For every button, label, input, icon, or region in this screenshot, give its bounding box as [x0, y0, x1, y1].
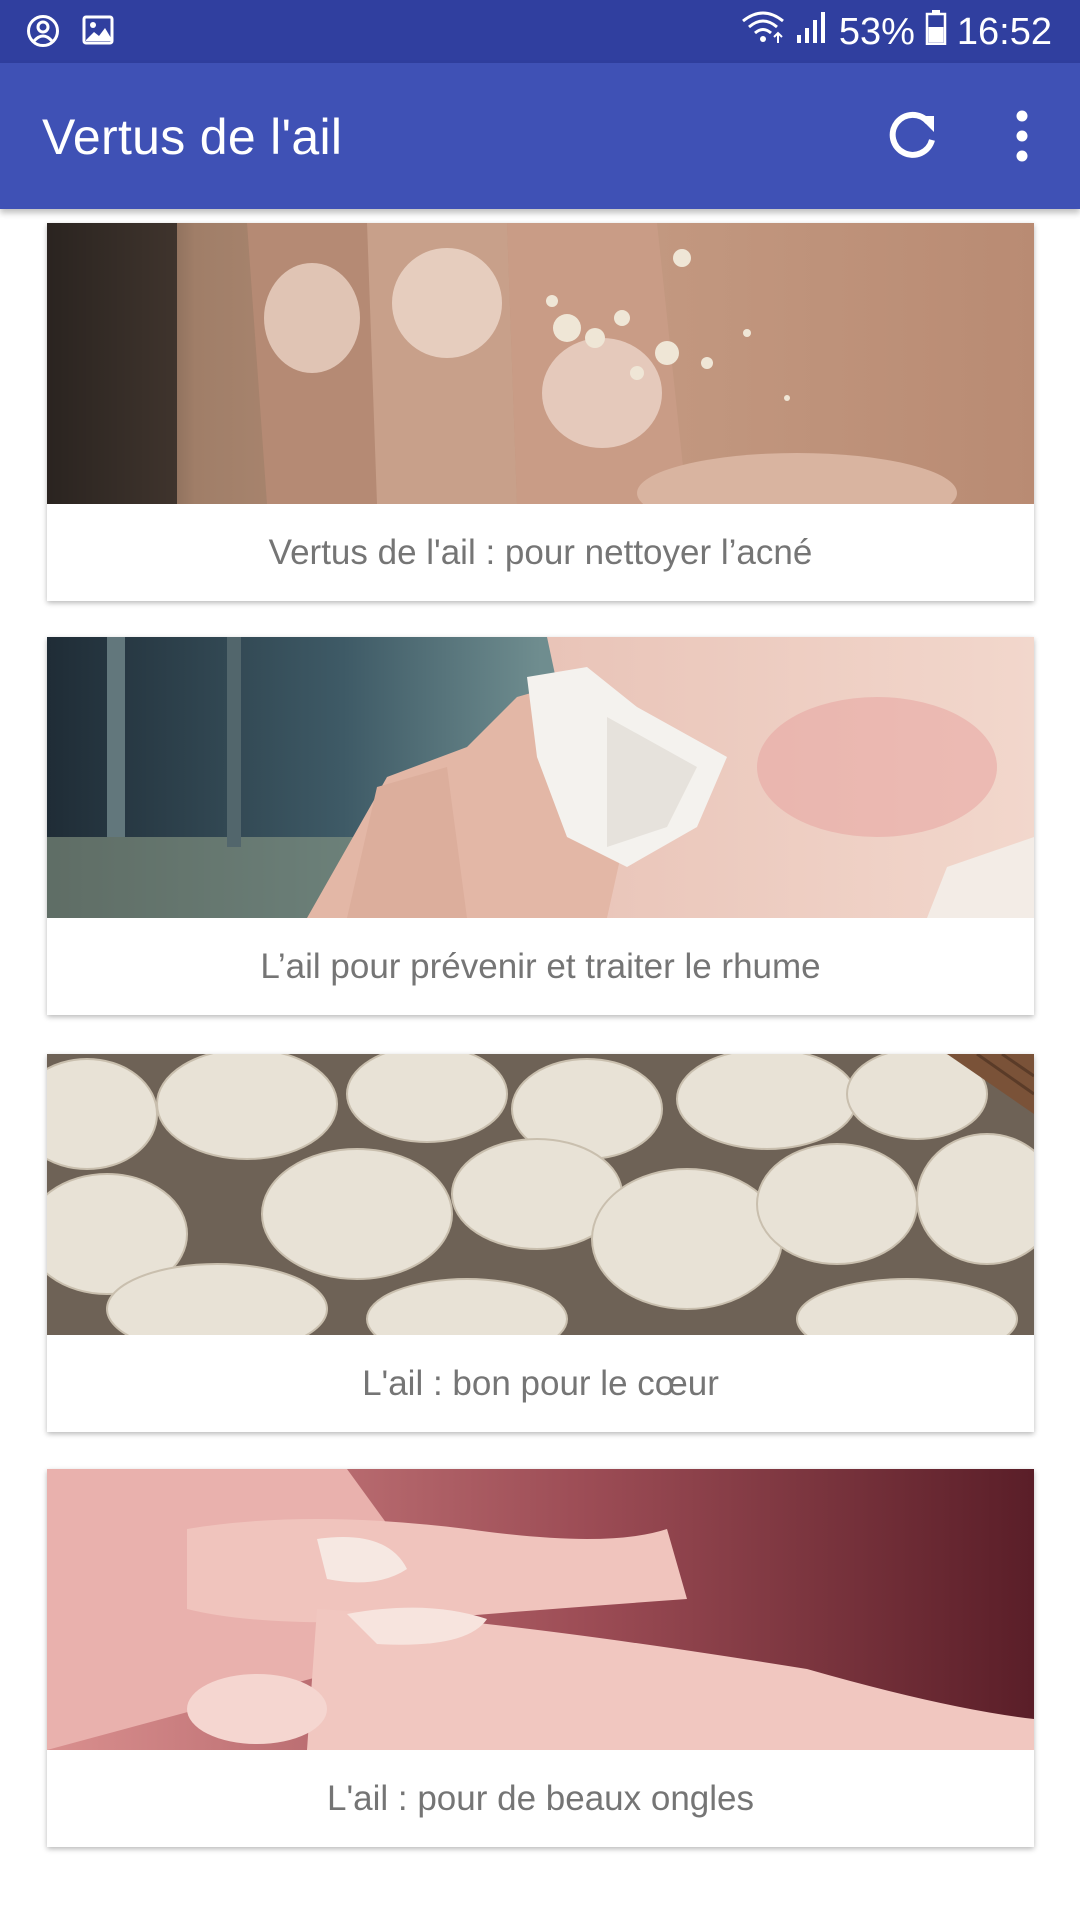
status-bar: 53% 16:52 — [0, 0, 1080, 63]
garlic-bulbs-photo — [47, 1054, 1034, 1335]
battery-icon — [925, 9, 947, 55]
clock: 16:52 — [956, 10, 1052, 53]
article-title: Vertus de l'ail : pour nettoyer l’acné — [268, 533, 813, 572]
article-card[interactable]: L'ail : pour de beaux ongles — [47, 1469, 1034, 1847]
acne-fingers-photo — [47, 223, 1034, 504]
refresh-button[interactable] — [884, 106, 944, 166]
fingernail-closeup-photo — [47, 1469, 1034, 1750]
more-vert-icon — [1000, 110, 1044, 170]
status-right: 53% 16:52 — [741, 8, 1052, 56]
app-bar: Vertus de l'ail — [0, 63, 1080, 209]
woman-nose-tissue-photo — [47, 637, 1034, 918]
article-card[interactable]: L’ail pour prévenir et traiter le rhume — [47, 637, 1034, 1015]
article-card[interactable]: L'ail : bon pour le cœur — [47, 1054, 1034, 1432]
wifi-icon — [741, 9, 785, 55]
status-left-icons — [26, 14, 114, 53]
article-title: L’ail pour prévenir et traiter le rhume — [260, 947, 821, 986]
article-title: L'ail : pour de beaux ongles — [327, 1779, 754, 1818]
article-card[interactable]: Vertus de l'ail : pour nettoyer l’acné — [47, 223, 1034, 601]
more-options-button[interactable] — [1000, 106, 1044, 166]
signal-icon — [795, 9, 829, 55]
refresh-icon — [884, 111, 944, 170]
battery-percent: 53% — [838, 10, 915, 53]
account-circle-icon — [26, 14, 60, 53]
app-title: Vertus de l'ail — [42, 109, 343, 165]
article-title: L'ail : bon pour le cœur — [362, 1364, 719, 1403]
image-icon — [82, 14, 114, 53]
